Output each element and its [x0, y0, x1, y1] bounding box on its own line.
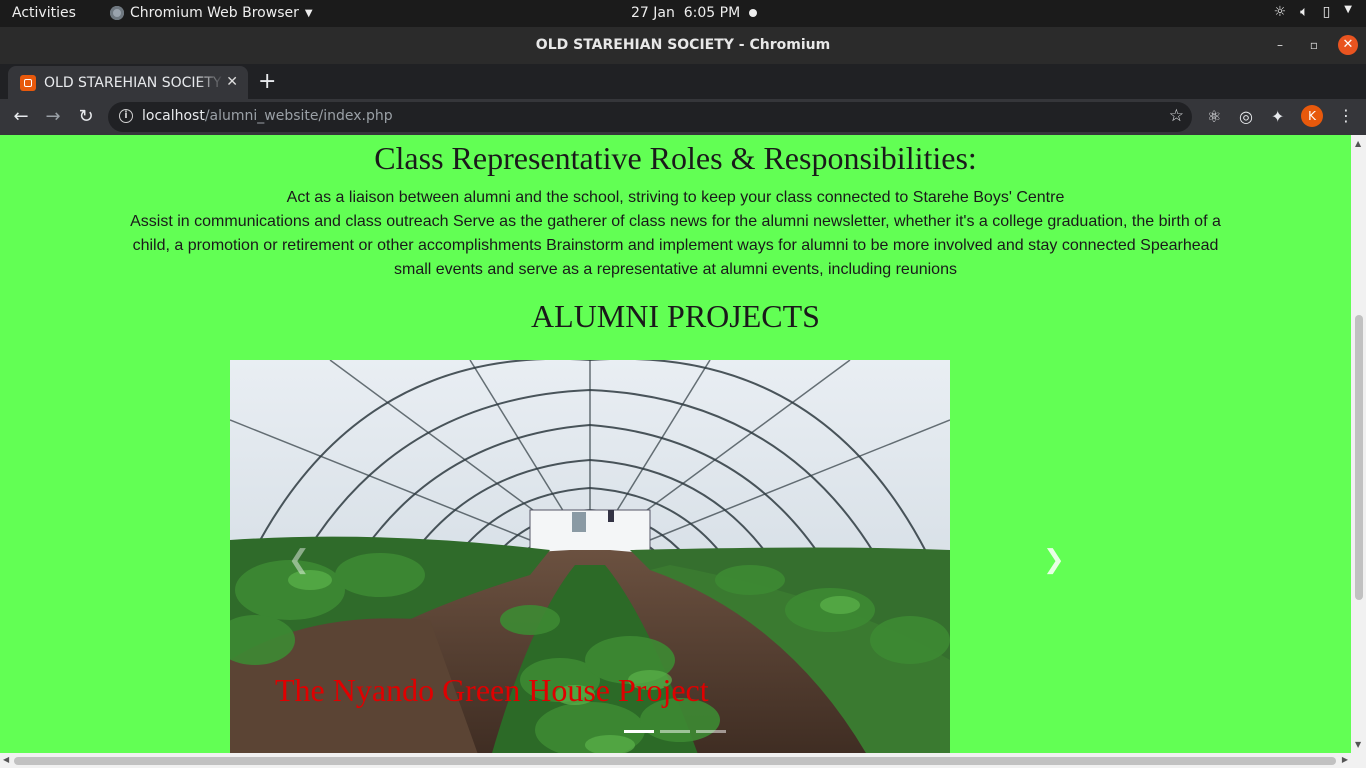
projects-heading: ALUMNI PROJECTS — [531, 298, 820, 334]
close-tab-icon[interactable]: ✕ — [226, 74, 238, 90]
system-tray[interactable]: ☼ 🔈︎ ▯ ▼ — [1274, 4, 1352, 20]
carousel-caption: The Nyando Green House Project — [275, 672, 709, 708]
url-path: /alumni_website/index.php — [204, 108, 393, 124]
reload-icon[interactable]: ↻ — [75, 106, 97, 127]
app-menu[interactable]: Chromium Web Browser ▼ — [110, 5, 313, 21]
page-viewport: Class Representative Roles & Responsibil… — [0, 135, 1351, 753]
address-bar[interactable]: i localhost/alumni_website/index.php ☆ — [108, 102, 1192, 132]
maximize-icon[interactable]: ▫ — [1304, 35, 1324, 55]
extensions-puzzle-icon[interactable]: ✦ — [1271, 107, 1284, 126]
tab-strip: OLD STAREHIAN SOCIETY ✕ + — [0, 64, 1366, 99]
battery-icon: ▯ — [1322, 4, 1331, 20]
activities-button[interactable]: Activities — [12, 5, 76, 21]
bookmark-star-icon[interactable]: ☆ — [1169, 106, 1184, 126]
react-devtools-icon[interactable]: ⚛ — [1207, 107, 1221, 126]
scroll-right-icon[interactable]: ▶ — [1342, 755, 1348, 764]
vertical-scroll-thumb[interactable] — [1355, 315, 1363, 600]
clock[interactable]: 27 Jan 6:05 PM — [631, 5, 740, 21]
brightness-icon: ☼ — [1273, 4, 1287, 20]
time-text: 6:05 PM — [683, 5, 741, 21]
volume-icon: 🔈︎ — [1300, 4, 1309, 20]
roles-heading: Class Representative Roles & Responsibil… — [374, 140, 977, 176]
back-icon[interactable]: ← — [10, 106, 32, 127]
carousel-indicator-3[interactable] — [696, 730, 726, 733]
horizontal-scroll-thumb[interactable] — [14, 757, 1336, 765]
vertical-scrollbar[interactable]: ▲ ▼ — [1351, 135, 1366, 753]
window-title: OLD STAREHIAN SOCIETY - Chromium — [535, 37, 831, 53]
new-tab-icon[interactable]: + — [258, 69, 276, 94]
window-titlebar: OLD STAREHIAN SOCIETY - Chromium – ▫ ✕ — [0, 27, 1366, 64]
carousel-indicator-2[interactable] — [660, 730, 690, 733]
roles-line-2: Assist in communications and class outre… — [130, 213, 1221, 278]
scroll-down-icon[interactable]: ▼ — [1355, 740, 1361, 749]
record-extension-icon[interactable]: ◎ — [1239, 107, 1253, 126]
site-favicon-icon — [20, 74, 36, 91]
system-top-bar: Activities Chromium Web Browser ▼ 27 Jan… — [0, 0, 1366, 27]
kebab-menu-icon[interactable]: ⋮ — [1338, 106, 1354, 125]
app-name: Chromium Web Browser — [130, 5, 299, 21]
notification-dot-icon — [749, 9, 757, 17]
horizontal-scrollbar[interactable]: ◀ ▶ — [0, 753, 1366, 768]
url-text[interactable]: localhost/alumni_website/index.php — [142, 108, 393, 124]
minimize-icon[interactable]: – — [1270, 35, 1290, 55]
scroll-left-icon[interactable]: ◀ — [3, 755, 9, 764]
forward-icon[interactable]: → — [42, 106, 64, 127]
dropdown-arrow-icon: ▼ — [304, 7, 313, 19]
carousel-indicator-1[interactable] — [624, 730, 654, 733]
tab-active[interactable]: OLD STAREHIAN SOCIETY ✕ — [8, 66, 248, 99]
chromium-icon — [110, 6, 124, 20]
carousel-prev-icon[interactable]: ❮ — [288, 545, 310, 575]
profile-avatar[interactable]: K — [1301, 105, 1323, 127]
roles-line-1: Act as a liaison between alumni and the … — [286, 189, 1065, 206]
tray-dropdown-icon: ▼ — [1344, 4, 1352, 15]
site-info-icon[interactable]: i — [119, 109, 133, 123]
close-window-icon[interactable]: ✕ — [1338, 35, 1358, 55]
browser-toolbar: ← → ↻ i localhost/alumni_website/index.p… — [0, 99, 1366, 135]
scroll-up-icon[interactable]: ▲ — [1355, 139, 1361, 148]
carousel-next-icon[interactable]: ❯ — [1043, 545, 1065, 575]
roles-paragraph: Act as a liaison between alumni and the … — [125, 186, 1226, 282]
date-text: 27 Jan — [631, 5, 675, 21]
tab-title: OLD STAREHIAN SOCIETY — [44, 74, 222, 91]
carousel-indicators — [624, 730, 726, 733]
url-host: localhost — [142, 108, 205, 124]
